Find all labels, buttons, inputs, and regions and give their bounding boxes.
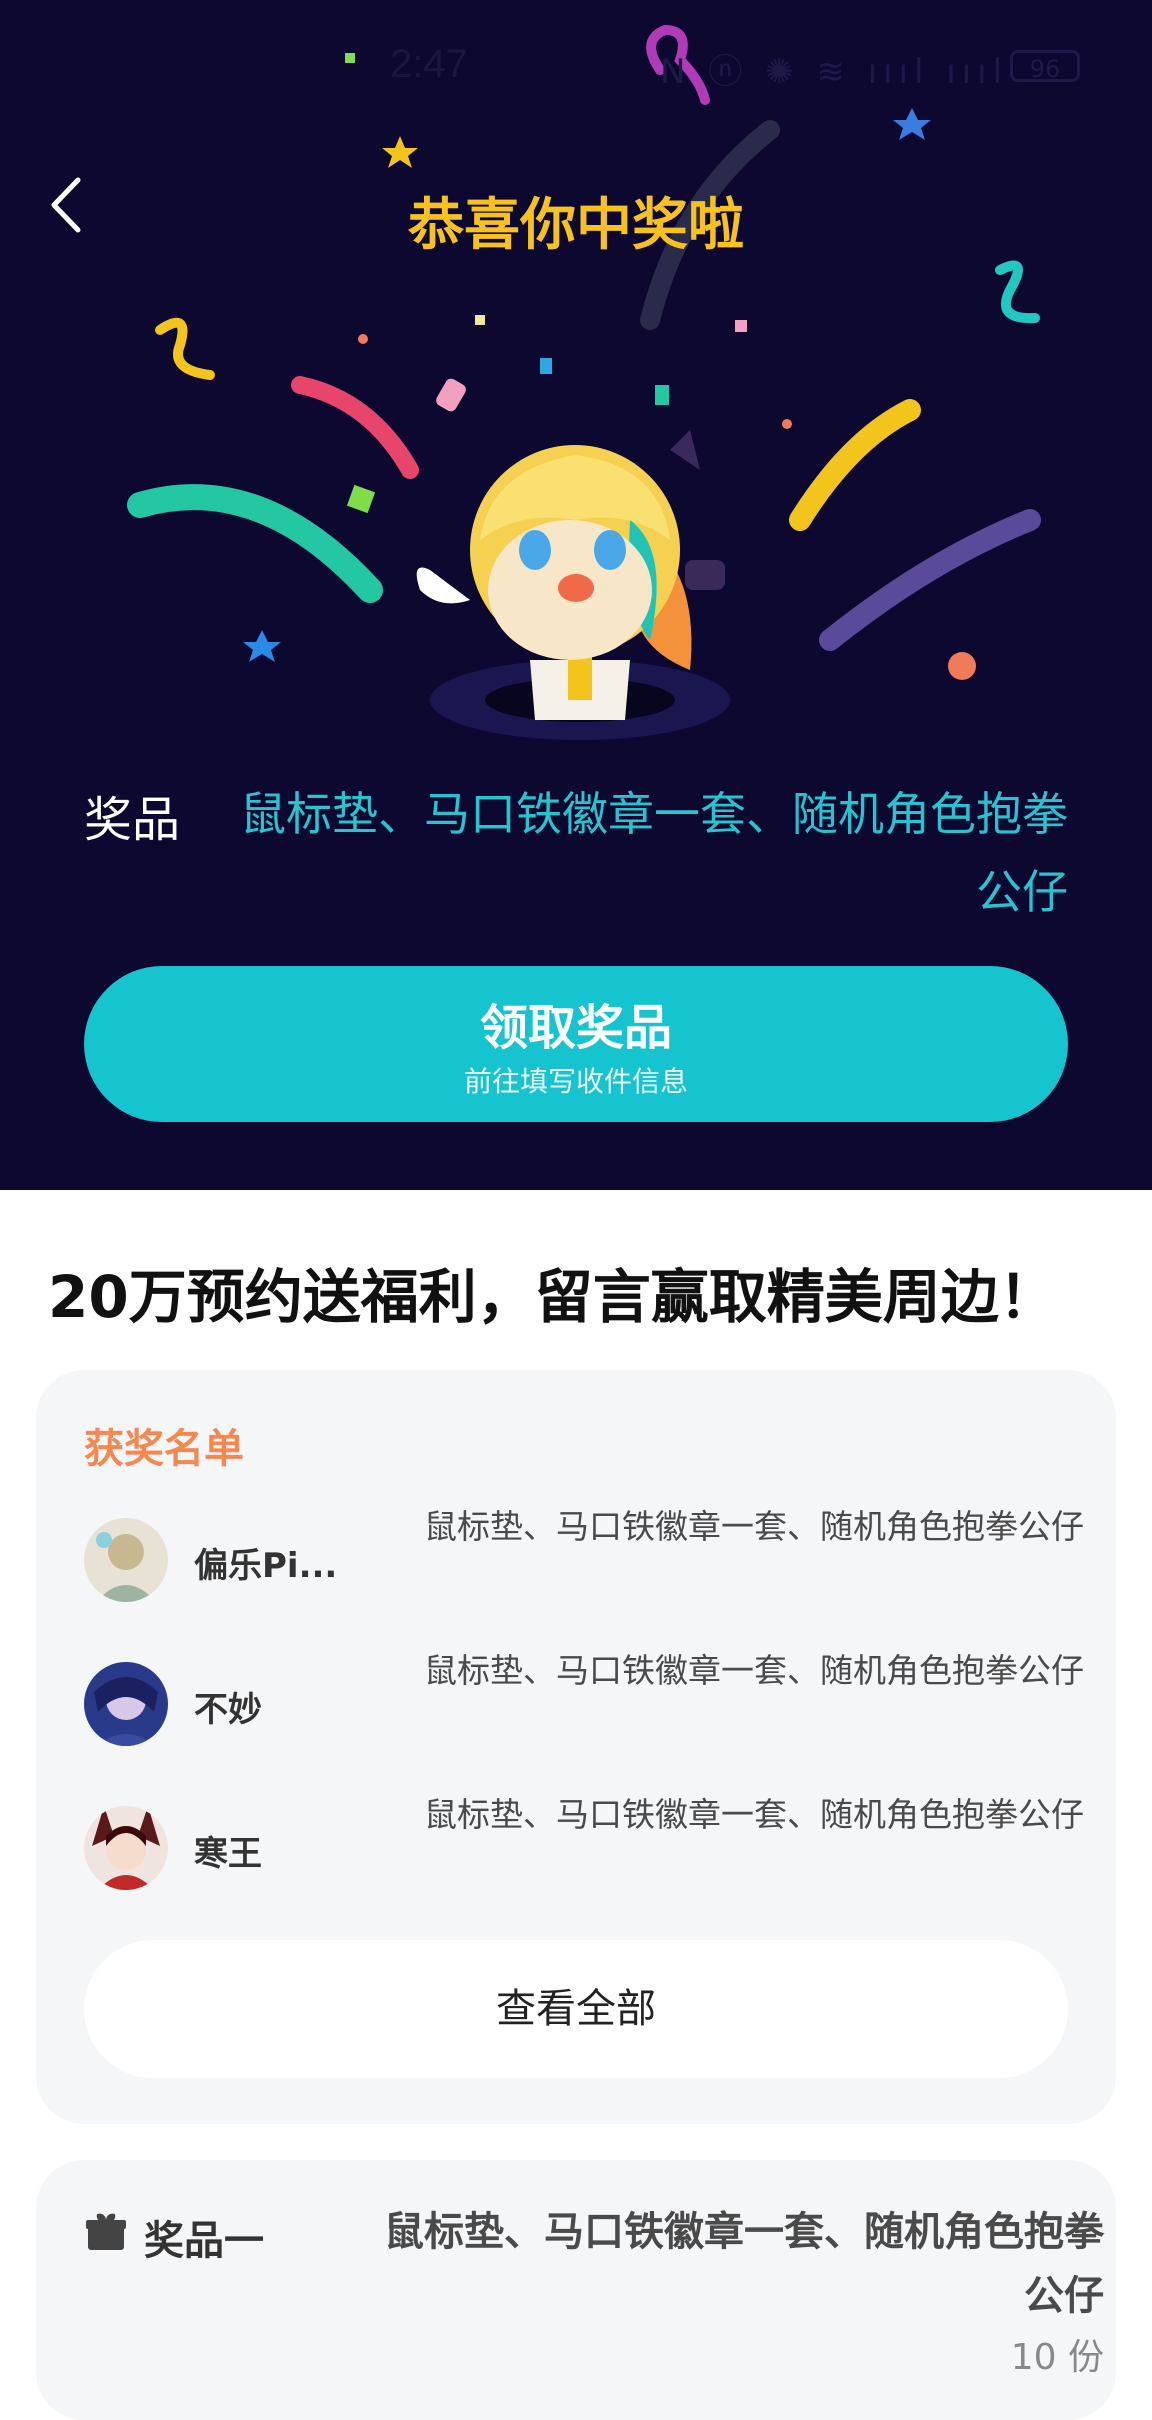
- winner-row[interactable]: 寒王 鼠标垫、马口铁徽章一套、随机角色抱拳公仔: [84, 1788, 1084, 1908]
- winners-card: 获奖名单 偏乐Pi... 鼠标垫、马口铁徽章一套、随机角色抱拳公仔 不妙 鼠标垫…: [36, 1370, 1116, 2124]
- prize-label: 奖品: [84, 792, 181, 848]
- claim-button-subtitle: 前往填写收件信息: [463, 1065, 688, 1098]
- winner-prize: 鼠标垫、马口铁徽章一套、随机角色抱拳公仔: [424, 1651, 1084, 1690]
- mascot-illustration: [416, 430, 730, 740]
- hero-banner: 2:47 N ⓝ ✺ ≋ ıııl ıııl 96 恭喜你中奖啦 奖品 鼠标垫、…: [0, 0, 1152, 1190]
- winner-prize: 鼠标垫、马口铁徽章一套、随机角色抱拳公仔: [424, 1507, 1084, 1546]
- winners-title: 获奖名单: [84, 1426, 244, 1472]
- prize-tier-card: 奖品一 鼠标垫、马口铁徽章一套、随机角色抱拳公仔 10 份: [36, 2160, 1116, 2420]
- winner-name: 不妙: [194, 1690, 262, 1730]
- battery-icon: 96: [1010, 50, 1080, 83]
- page-title: 恭喜你中奖啦: [408, 193, 744, 258]
- view-all-button[interactable]: 查看全部: [84, 1940, 1068, 2078]
- winner-name: 偏乐Pi...: [194, 1546, 338, 1586]
- claim-button-title: 领取奖品: [479, 1000, 672, 1056]
- winner-prize: 鼠标垫、马口铁徽章一套、随机角色抱拳公仔: [424, 1795, 1084, 1834]
- prize-tier-desc: 鼠标垫、马口铁徽章一套、随机角色抱拳公仔: [384, 2209, 1104, 2319]
- prize-tier-label: 奖品一: [144, 2218, 264, 2264]
- winner-row[interactable]: 不妙 鼠标垫、马口铁徽章一套、随机角色抱拳公仔: [84, 1644, 1084, 1764]
- status-time: 2:47: [390, 42, 468, 86]
- avatar[interactable]: [84, 1806, 168, 1890]
- prize-value: 鼠标垫、马口铁徽章一套、随机角色抱拳公仔: [240, 787, 1068, 919]
- winner-row[interactable]: 偏乐Pi... 鼠标垫、马口铁徽章一套、随机角色抱拳公仔: [84, 1500, 1084, 1620]
- gift-icon: [86, 2213, 126, 2250]
- status-bar: 2:47 N ⓝ ✺ ≋ ıııl ıııl 96: [0, 40, 1152, 100]
- prize-quantity: 10 份: [1010, 2337, 1104, 2378]
- avatar[interactable]: [84, 1518, 168, 1602]
- winner-name: 寒王: [194, 1834, 262, 1874]
- status-icons: N ⓝ ✺ ≋ ıııl ıııl: [660, 52, 1009, 92]
- section-heading: 20万预约送福利，留言赢取精美周边！: [48, 1263, 1057, 1331]
- claim-prize-button[interactable]: 领取奖品 前往填写收件信息: [84, 966, 1068, 1122]
- avatar[interactable]: [84, 1662, 168, 1746]
